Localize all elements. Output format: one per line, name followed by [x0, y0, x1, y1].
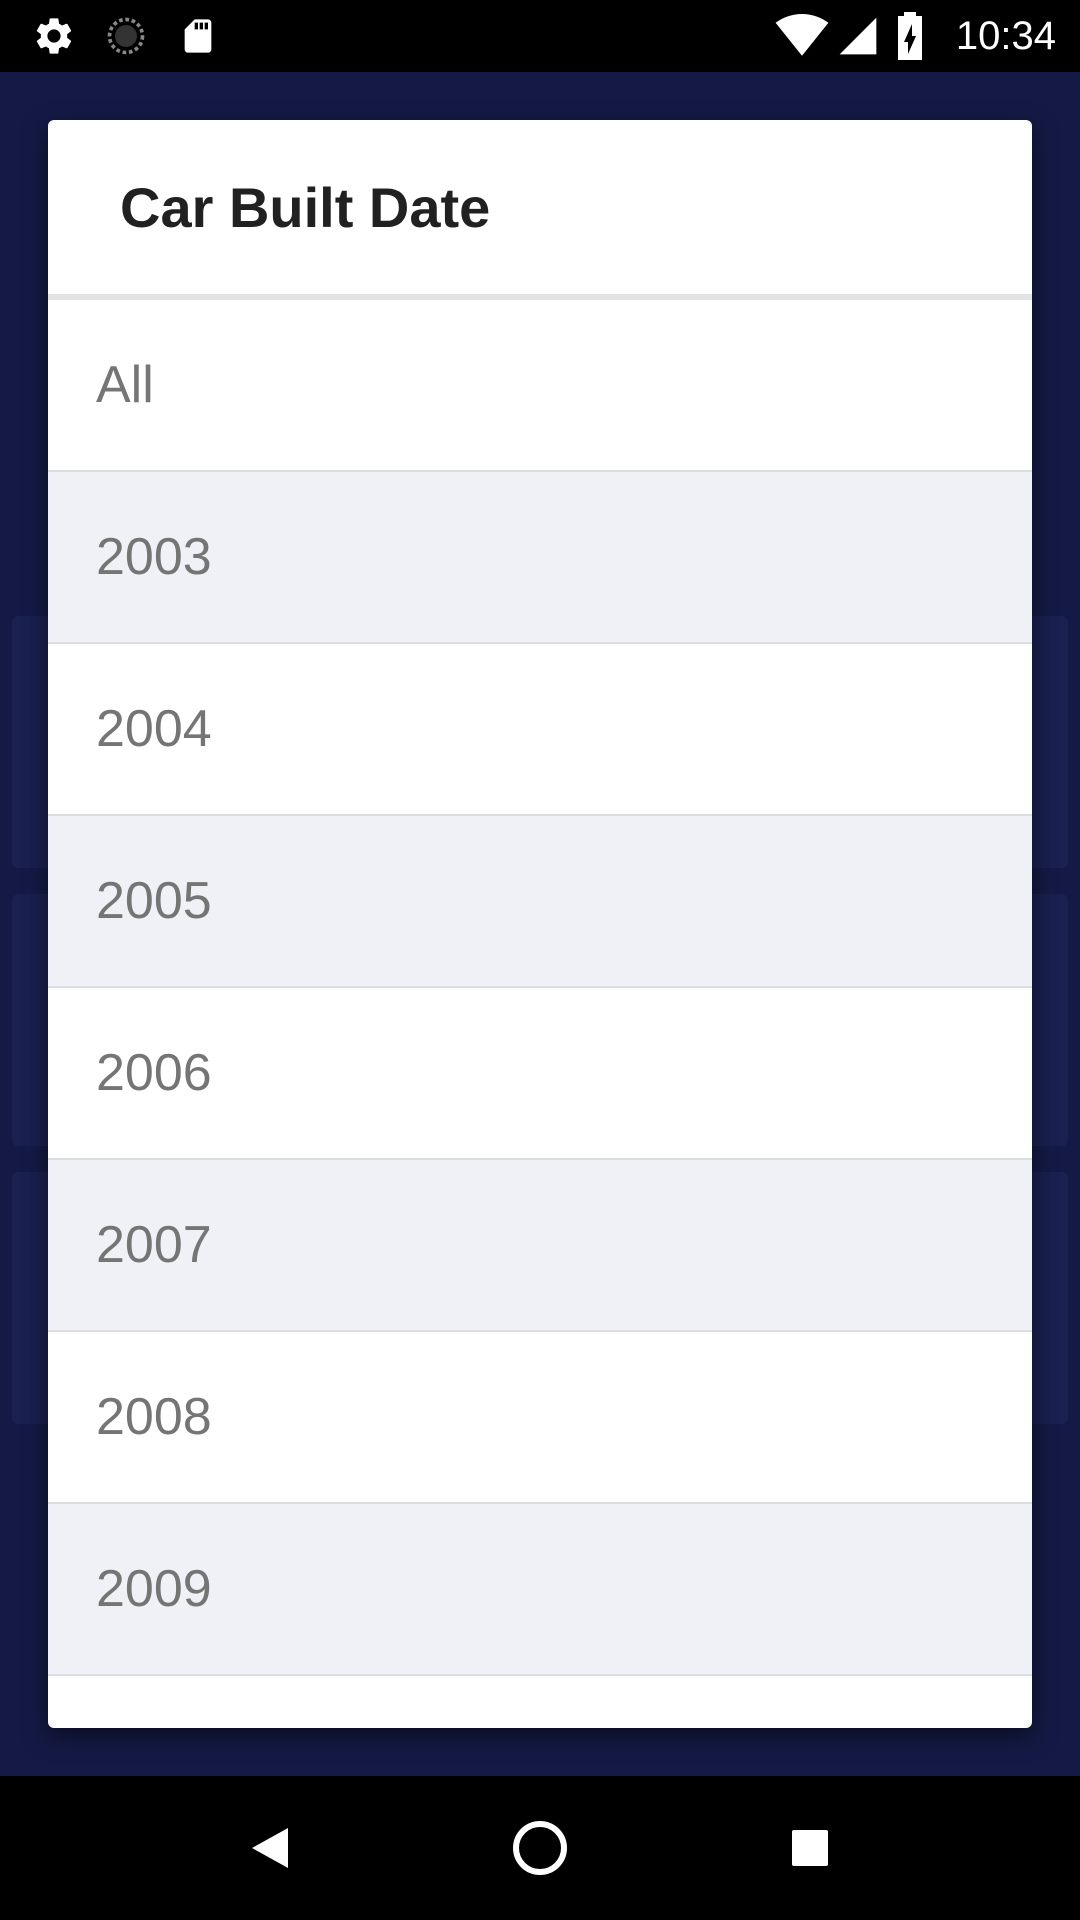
battery-charging-icon — [892, 12, 928, 60]
status-bar: 10:34 — [0, 0, 1080, 72]
sd-card-icon — [174, 12, 222, 60]
option-list: All 2003 2004 2005 2006 2007 2008 2009 — [48, 300, 1032, 1676]
option-2003[interactable]: 2003 — [48, 472, 1032, 644]
status-time: 10:34 — [955, 14, 1056, 58]
recents-icon[interactable] — [774, 1812, 846, 1884]
navigation-bar — [0, 1776, 1080, 1920]
option-2005[interactable]: 2005 — [48, 816, 1032, 988]
dialog-header: Car Built Date — [48, 120, 1032, 300]
option-all[interactable]: All — [48, 300, 1032, 472]
dialog-title: Car Built Date — [120, 175, 491, 239]
car-built-date-dialog: Car Built Date All 2003 2004 2005 2006 2… — [48, 120, 1032, 1728]
option-2004[interactable]: 2004 — [48, 644, 1032, 816]
option-2008[interactable]: 2008 — [48, 1332, 1032, 1504]
signal-icon — [834, 12, 882, 60]
sync-icon — [102, 12, 150, 60]
option-2009[interactable]: 2009 — [48, 1504, 1032, 1676]
wifi-icon — [774, 12, 830, 60]
option-2007[interactable]: 2007 — [48, 1160, 1032, 1332]
screen: 10:34 Car Built Date All 2003 2004 2005 … — [0, 0, 1080, 1920]
option-2006[interactable]: 2006 — [48, 988, 1032, 1160]
back-icon[interactable] — [234, 1812, 306, 1884]
gear-icon — [30, 12, 78, 60]
home-icon[interactable] — [504, 1812, 576, 1884]
